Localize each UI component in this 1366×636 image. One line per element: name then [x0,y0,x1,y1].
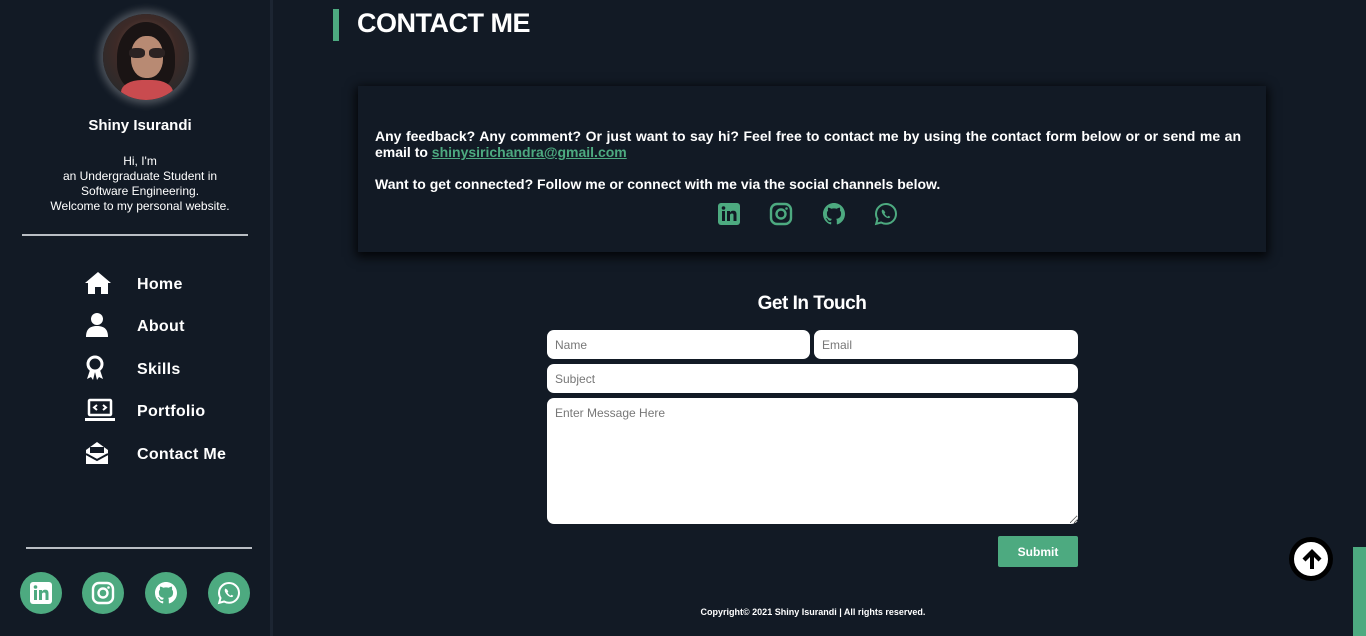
nav-item-about[interactable]: About [84,310,244,340]
github-link[interactable] [822,202,846,226]
intro-line: an Undergraduate Student in [62,169,218,183]
linkedin-link[interactable] [717,202,741,226]
profile-intro: Hi, I'm an Undergraduate Student in Soft… [0,154,280,214]
profile-name: Shiny Isurandi [88,117,192,134]
nav-item-skills[interactable]: Skills [84,353,244,383]
email-input[interactable] [814,330,1078,359]
laptop-code-icon [84,397,115,423]
form-title: Get In Touch [757,293,867,314]
sidebar-divider [22,234,248,236]
message-textarea[interactable] [547,398,1078,524]
intro-line: Welcome to my personal website. [50,199,230,213]
github-icon [155,582,177,604]
whatsapp-link[interactable] [874,202,898,226]
sidebar: Shiny Isurandi Hi, I'm an Undergraduate … [0,0,270,636]
github-link[interactable] [145,572,187,614]
nav-item-contact[interactable]: Contact Me [84,438,244,468]
subject-input[interactable] [547,364,1078,393]
title-accent-bar [333,9,339,41]
nav-label: Portfolio [137,403,206,420]
sidebar-divider [26,547,252,549]
name-input[interactable] [547,330,810,359]
nav-label: Home [137,276,183,293]
info-text: Any feedback? Any comment? Or just want … [375,128,1241,160]
email-link[interactable]: shinysirichandra@gmail.com [432,144,627,160]
award-icon [84,355,112,381]
nav-label: Contact Me [137,446,227,463]
nav-item-home[interactable]: Home [84,268,244,298]
user-icon [84,312,112,338]
intro-line: Hi, I'm [123,154,157,168]
page-accent-strip [1353,547,1366,636]
sidebar-border [270,0,273,636]
whatsapp-link[interactable] [208,572,250,614]
nav-label: About [137,318,185,335]
avatar [103,14,189,100]
envelope-open-icon [84,440,112,466]
home-icon [84,270,112,296]
instagram-link[interactable] [82,572,124,614]
whatsapp-icon [217,581,241,605]
scroll-to-top-button[interactable] [1291,539,1331,579]
page-title: CONTACT ME [357,8,530,38]
instagram-link[interactable] [769,202,793,226]
arrow-up-icon [1302,549,1322,569]
instagram-icon [769,202,793,226]
linkedin-link[interactable] [20,572,62,614]
linkedin-icon [718,203,740,225]
github-icon [823,203,845,225]
whatsapp-icon [874,202,898,226]
intro-line: Software Engineering. [80,184,200,198]
connect-text: Want to get connected? Follow me or conn… [375,176,941,192]
linkedin-icon [30,582,52,604]
footer-copyright: Copyright© 2021 Shiny Isurandi | All rig… [700,607,926,617]
info-card: Any feedback? Any comment? Or just want … [358,86,1266,252]
submit-button[interactable]: Submit [998,536,1078,567]
instagram-icon [91,581,115,605]
nav-label: Skills [137,361,181,378]
nav-item-portfolio[interactable]: Portfolio [84,395,244,425]
